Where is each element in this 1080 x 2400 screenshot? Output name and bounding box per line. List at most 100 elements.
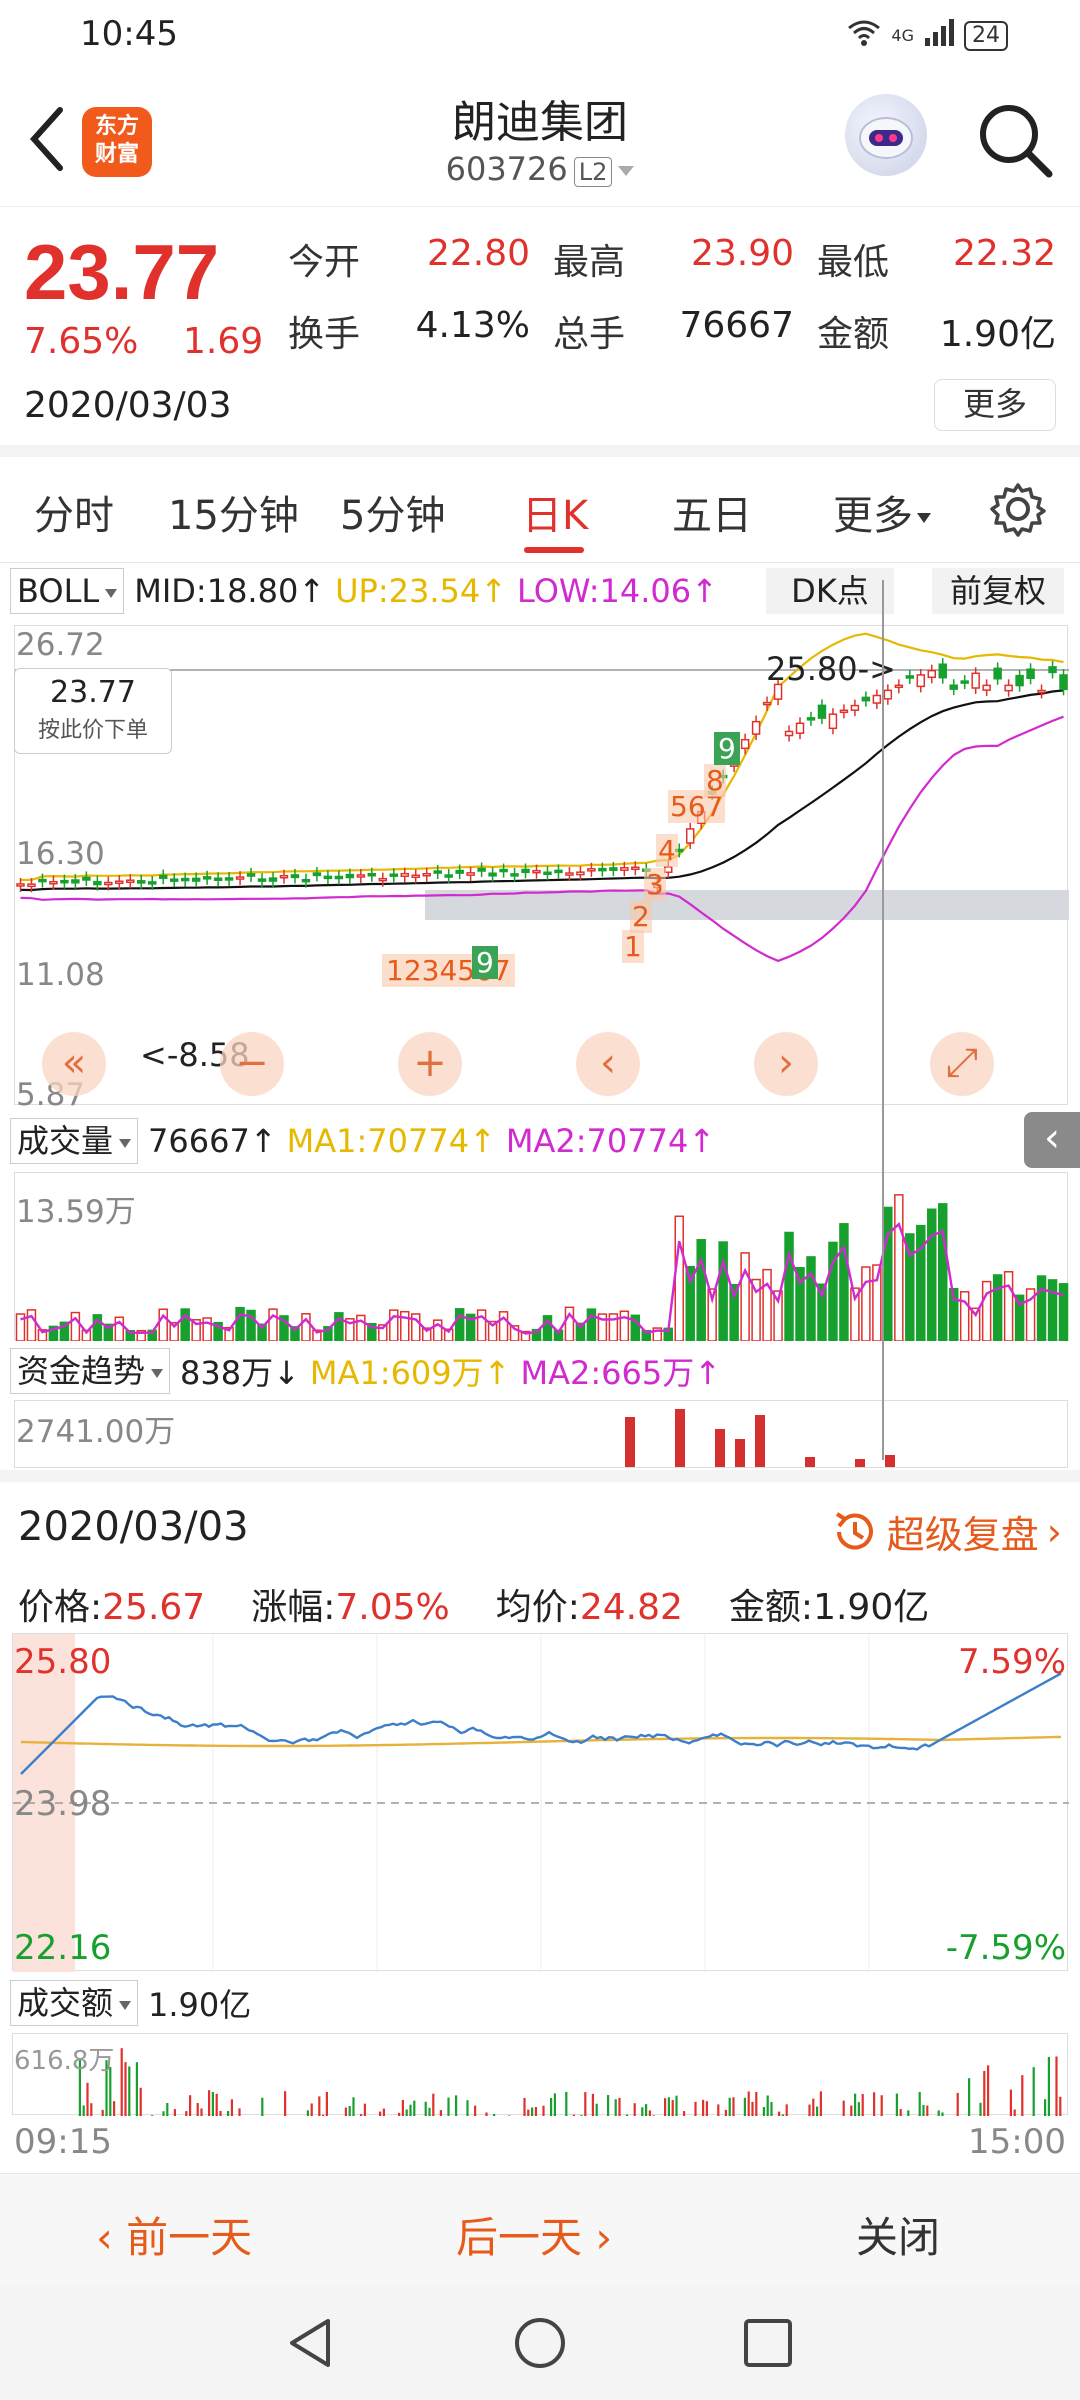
- amount-bar: [208, 2090, 211, 2116]
- amount-bar: [284, 2091, 287, 2116]
- amount-bar: [751, 2101, 754, 2116]
- zoom-in-icon[interactable]: +: [398, 1032, 462, 1096]
- candle-body: [411, 874, 420, 879]
- close-button[interactable]: 关闭: [856, 2204, 940, 2265]
- kline-svg: [15, 632, 1069, 963]
- next-day-button[interactable]: 后一天 ›: [456, 2204, 612, 2265]
- amount-bar: [401, 2099, 404, 2116]
- tab-more[interactable]: 更多: [833, 483, 931, 541]
- volume-bar: [981, 1280, 992, 1342]
- boll-selector[interactable]: BOLL: [10, 568, 125, 614]
- boll-low: LOW:14.06↑: [517, 572, 718, 610]
- candle-body: [137, 880, 146, 884]
- tab-15min[interactable]: 15分钟: [168, 483, 299, 541]
- boll-selector-label: BOLL: [17, 572, 100, 610]
- volume-bar: [839, 1223, 849, 1342]
- tab-daily-k[interactable]: 日K: [522, 483, 588, 541]
- scroll-left-icon[interactable]: ‹: [576, 1032, 640, 1096]
- volume-svg: [15, 1194, 1069, 1342]
- amount-selector[interactable]: 成交额: [10, 1980, 139, 2026]
- volume-bar: [1058, 1283, 1069, 1342]
- candle-body: [620, 867, 629, 871]
- prev-day-button[interactable]: ‹ 前一天: [96, 2204, 252, 2265]
- prev-day-label: 前一天: [126, 2213, 253, 2262]
- volume-bar: [992, 1274, 1003, 1342]
- intraday-y-bottom: 22.16: [14, 1928, 112, 1968]
- amount-bar: [318, 2096, 321, 2116]
- chevron-down-icon: [917, 513, 931, 523]
- amount-bar: [983, 2071, 986, 2116]
- candle-body: [93, 880, 102, 886]
- amount-bar: [755, 2092, 758, 2116]
- candle-body: [312, 872, 322, 877]
- kline-chart[interactable]: [14, 625, 1069, 1105]
- forward-adjust-button[interactable]: 前复权: [932, 568, 1064, 614]
- fund-selector[interactable]: 资金趋势: [10, 1348, 171, 1394]
- dk-point-button[interactable]: DK点: [766, 568, 894, 614]
- fund-bar: [675, 1409, 685, 1467]
- amount-bar: [1059, 2096, 1062, 2116]
- amount-bar: [360, 2114, 363, 2116]
- candle-body: [740, 738, 750, 750]
- boll-indicator-row: BOLL MID:18.80↑ UP:23.54↑ LOW:14.06↑: [10, 564, 718, 618]
- tab-five-day[interactable]: 五日: [672, 483, 752, 541]
- amount-bar: [778, 2111, 781, 2116]
- price-stat-value: 25.67: [102, 1587, 206, 1628]
- fund-value: 838万↓: [180, 1354, 300, 1392]
- chevron-down-icon: [105, 588, 118, 598]
- support-zone: [425, 890, 1069, 920]
- volume-selector[interactable]: 成交量: [10, 1118, 139, 1164]
- amount-label: 金额: [817, 314, 890, 355]
- chevron-right-icon: ›: [582, 2213, 613, 2262]
- scroll-right-icon[interactable]: ›: [754, 1032, 818, 1096]
- amount-bar: [101, 2109, 104, 2116]
- candle-body: [268, 877, 278, 882]
- amount-bar: [124, 2062, 127, 2116]
- amount-bar: [987, 2065, 990, 2116]
- order-at-price-tag[interactable]: 23.77 按此价下单: [14, 668, 172, 754]
- nav-back-icon[interactable]: [282, 2315, 338, 2375]
- amount-bar: [607, 2095, 610, 2116]
- scroll-left-fast-icon[interactable]: «: [42, 1032, 106, 1096]
- turnover-label: 换手: [288, 314, 361, 355]
- amount-bar: [405, 2109, 408, 2116]
- tab-intraday[interactable]: 分时: [34, 483, 114, 541]
- tab-5min[interactable]: 5分钟: [340, 483, 445, 541]
- candle-body: [246, 873, 256, 877]
- super-replay-link[interactable]: 超级复盘 ›: [831, 1504, 1062, 1559]
- search-icon[interactable]: [975, 100, 1055, 180]
- candle-body: [762, 701, 772, 706]
- robot-assistant-icon[interactable]: [845, 94, 927, 176]
- candle-body: [1037, 689, 1046, 694]
- nav-home-icon[interactable]: [512, 2315, 568, 2375]
- fullscreen-icon[interactable]: ⤢: [930, 1032, 994, 1096]
- fund-indicator-row: 资金趋势 838万↓ MA1:609万↑ MA2:665万↑: [10, 1344, 721, 1398]
- amount-bar: [128, 2066, 131, 2116]
- amount-bar: [550, 2097, 553, 2116]
- candle-body: [455, 869, 464, 874]
- volume-bar: [784, 1231, 794, 1342]
- amount-bar: [873, 2092, 876, 2116]
- volume-ma2: MA2:70774↑: [505, 1122, 716, 1160]
- side-panel-toggle-icon[interactable]: ‹: [1024, 1112, 1080, 1168]
- system-nav-bar: [0, 2285, 1080, 2400]
- super-replay-label: 超级复盘: [886, 1513, 1039, 1557]
- candle-body: [180, 877, 190, 882]
- candle-body: [367, 872, 377, 877]
- amount-bar: [819, 2091, 822, 2116]
- candle-body: [290, 874, 300, 879]
- zoom-out-icon[interactable]: −: [220, 1032, 284, 1096]
- fund-bar: [885, 1455, 895, 1467]
- settings-gear-icon[interactable]: [990, 481, 1046, 541]
- nav-recents-icon[interactable]: [742, 2317, 794, 2373]
- more-button[interactable]: 更多: [934, 379, 1056, 431]
- amount-bar: [880, 2095, 883, 2116]
- intraday-chart[interactable]: [12, 1633, 1069, 1972]
- candle-body: [565, 872, 574, 876]
- signal-icon: [924, 18, 954, 53]
- amount-bar: [196, 2103, 199, 2116]
- candle-body: [576, 871, 585, 876]
- status-icons: 4G 24: [847, 18, 1008, 53]
- amount-bar: [485, 2112, 488, 2116]
- amount-bar: [1009, 2089, 1012, 2116]
